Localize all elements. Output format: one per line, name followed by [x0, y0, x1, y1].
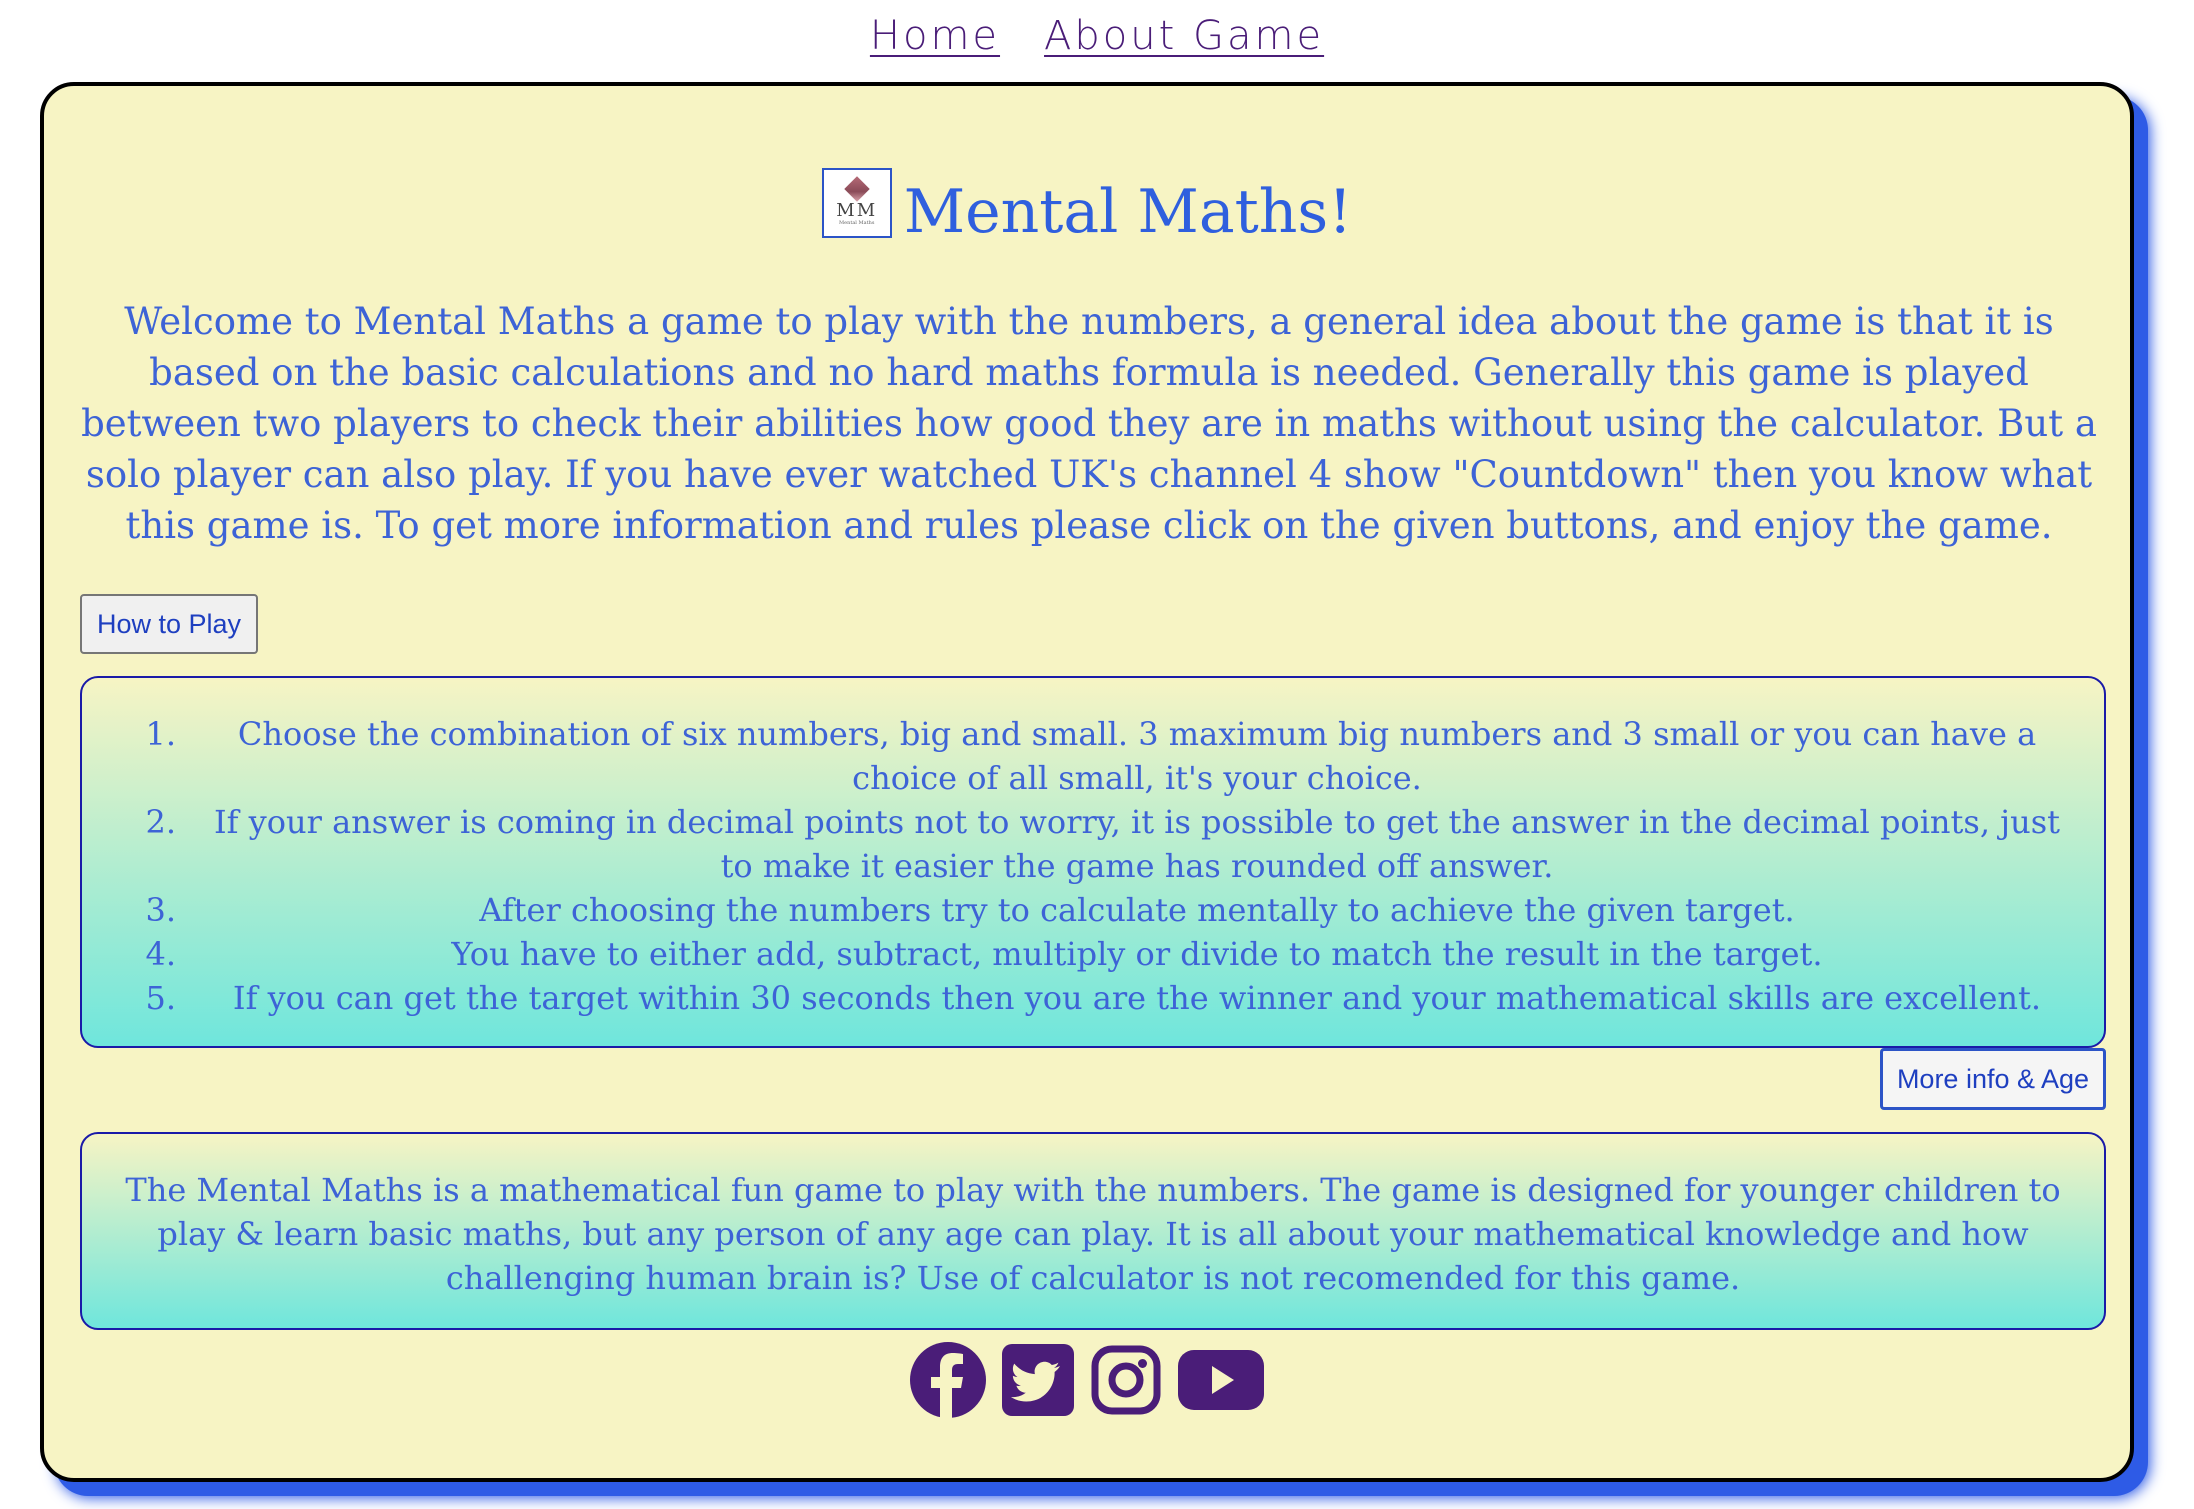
rule-item: 2. If your answer is coming in decimal p… [118, 800, 2068, 888]
youtube-icon [1178, 1350, 1264, 1410]
nav-link-about-game[interactable]: About Game [1044, 13, 1324, 59]
rule-text: If you can get the target within 30 seco… [232, 979, 2042, 1017]
top-nav: Home About Game [0, 0, 2194, 72]
logo-mark: MM [836, 200, 878, 221]
info-panel: The Mental Maths is a mathematical fun g… [80, 1132, 2106, 1330]
main-card: MM Mental Maths Mental Maths! Welcome to… [40, 82, 2134, 1482]
rule-number: 2. [145, 803, 176, 841]
more-info-age-button[interactable]: More info & Age [1880, 1048, 2106, 1110]
intro-text: Welcome to Mental Maths a game to play w… [81, 300, 2097, 547]
instagram-icon [1091, 1345, 1161, 1415]
rule-text: If your answer is coming in decimal poin… [214, 803, 2060, 885]
page-header: MM Mental Maths Mental Maths! [44, 168, 2130, 252]
rule-number: 5. [145, 979, 176, 1017]
youtube-link[interactable] [1178, 1346, 1264, 1414]
rules-list: 1. Choose the combination of six numbers… [82, 678, 2104, 1020]
rule-number: 1. [145, 715, 176, 753]
rule-number: 3. [145, 891, 176, 929]
twitter-icon [1002, 1344, 1074, 1416]
rules-panel: 1. Choose the combination of six numbers… [80, 676, 2106, 1048]
social-links [44, 1342, 2130, 1418]
rule-item: 4. You have to either add, subtract, mul… [118, 932, 2068, 976]
logo-cube-icon [843, 176, 870, 202]
instagram-link[interactable] [1090, 1344, 1162, 1416]
nav-link-home[interactable]: Home [870, 13, 1000, 59]
how-to-play-button[interactable]: How to Play [80, 594, 258, 654]
rule-item: 5. If you can get the target within 30 s… [118, 976, 2068, 1020]
rule-number: 4. [145, 935, 176, 973]
facebook-link[interactable] [910, 1342, 986, 1418]
logo-subtitle: Mental Maths [839, 220, 875, 226]
rule-item: 1. Choose the combination of six numbers… [118, 712, 2068, 800]
logo: MM Mental Maths [821, 168, 892, 238]
twitter-link[interactable] [1002, 1344, 1074, 1416]
rule-text: After choosing the numbers try to calcul… [479, 891, 1795, 929]
rule-text: You have to either add, subtract, multip… [451, 935, 1823, 973]
rule-text: Choose the combination of six numbers, b… [237, 715, 2037, 797]
rule-item: 3. After choosing the numbers try to cal… [118, 888, 2068, 932]
page-title: Mental Maths! [903, 177, 1353, 247]
facebook-icon [910, 1342, 986, 1418]
